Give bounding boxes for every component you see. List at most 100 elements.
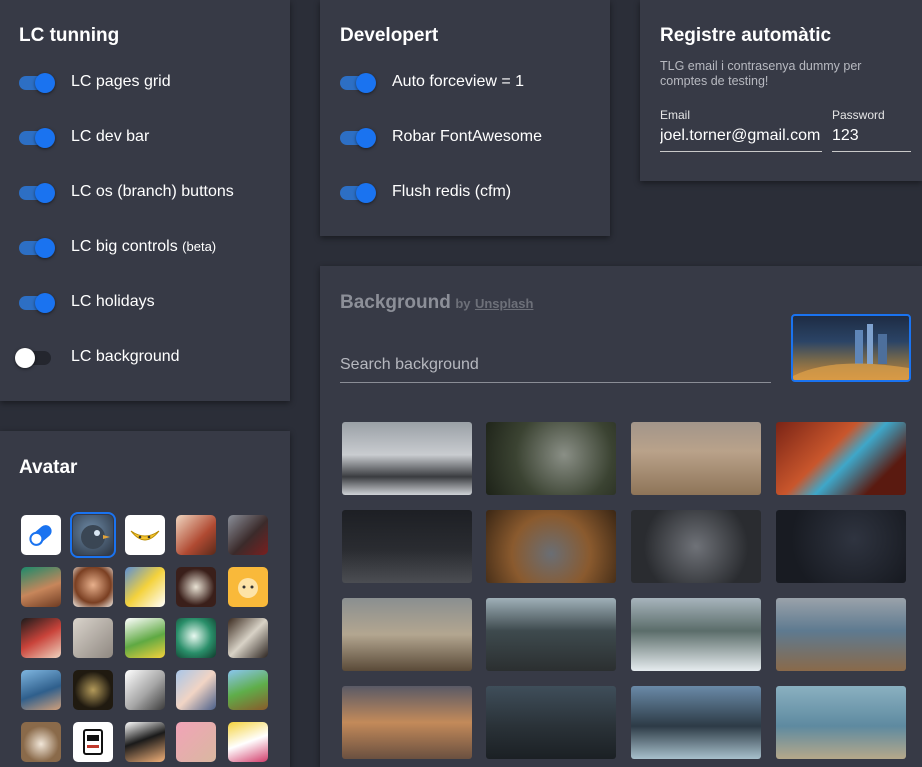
os-buttons-label: LC os (branch) buttons — [71, 183, 234, 200]
toggle-row-background[interactable]: LC background — [15, 343, 290, 373]
avatar-pill[interactable] — [21, 515, 61, 555]
background-label: LC background — [71, 348, 180, 365]
avatar-sailor[interactable] — [228, 722, 268, 762]
pages-grid-toggle[interactable] — [19, 73, 55, 93]
avatar-homer[interactable] — [125, 567, 165, 607]
background-thumb-snowy-valley[interactable] — [631, 598, 761, 671]
background-search-input[interactable] — [340, 356, 771, 383]
background-thumb-autumn-road[interactable] — [486, 510, 616, 583]
bird-icon — [81, 525, 110, 549]
avatar-ori[interactable] — [176, 618, 216, 658]
toggle-knob — [35, 73, 55, 93]
avatar-donkey[interactable] — [125, 670, 165, 710]
flush-redis-label: Flush redis (cfm) — [392, 183, 512, 200]
avatar-poster[interactable] — [176, 567, 216, 607]
registre-panel: Registre automàtic TLG email i contrasen… — [640, 0, 922, 181]
toggle-knob — [35, 128, 55, 148]
os-buttons-toggle[interactable] — [19, 183, 55, 203]
robar-fontawesome-label: Robar FontAwesome — [392, 128, 542, 145]
toggle-knob — [35, 238, 55, 258]
toggle-knob — [356, 128, 376, 148]
pill-icon — [29, 525, 52, 546]
big-controls-label: LC big controls (beta) — [71, 238, 217, 255]
avatar-panel: Avatar — [0, 431, 290, 767]
email-field[interactable] — [660, 127, 822, 152]
unsplash-link[interactable]: Unsplash — [475, 296, 534, 311]
toggle-knob — [356, 183, 376, 203]
background-thumb-dark-mountains[interactable] — [486, 686, 616, 759]
background-thumb-dark-pier[interactable] — [342, 510, 472, 583]
avatar-grumpy-cat[interactable] — [21, 722, 61, 762]
background-thumb-misty-coast[interactable] — [342, 598, 472, 671]
background-thumb-water-drops[interactable] — [631, 510, 761, 583]
password-label: Password — [832, 108, 885, 122]
big-controls-toggle[interactable] — [19, 238, 55, 258]
background-thumb-desert[interactable] — [631, 422, 761, 495]
developert-title: Developert — [340, 25, 439, 46]
background-title: Background — [340, 292, 451, 313]
avatar-warrior[interactable] — [176, 515, 216, 555]
background-by-text: by — [455, 296, 471, 311]
toggle-row-robar-fontawesome[interactable]: Robar FontAwesome — [340, 123, 610, 153]
avatar-anime-girl[interactable] — [176, 670, 216, 710]
toggle-knob — [356, 73, 376, 93]
background-thumb-sea-turtle[interactable] — [776, 686, 906, 759]
toggle-knob — [35, 293, 55, 313]
background-thumb-koala[interactable] — [486, 422, 616, 495]
face-icon — [238, 578, 258, 598]
avatar-ned-flanders[interactable] — [125, 618, 165, 658]
password-field[interactable] — [832, 127, 911, 152]
auto-forceview-toggle[interactable] — [340, 73, 376, 93]
toggle-row-auto-forceview[interactable]: Auto forceview = 1 — [340, 68, 610, 98]
toggle-knob — [15, 348, 35, 368]
background-thumb-sea-cliff[interactable] — [776, 598, 906, 671]
avatar-pink-cartoon[interactable] — [176, 722, 216, 762]
registre-description: TLG email i contrasenya dummy per compte… — [660, 59, 862, 88]
avatar-minecraft[interactable] — [228, 670, 268, 710]
toggle-row-os-buttons[interactable]: LC os (branch) buttons — [19, 178, 290, 208]
toggle-row-pages-grid[interactable]: LC pages grid — [19, 68, 290, 98]
avatar-shadow[interactable] — [73, 670, 113, 710]
holidays-toggle[interactable] — [19, 293, 55, 313]
banana-icon — [130, 530, 160, 541]
background-thumb-sunset-beach[interactable] — [342, 686, 472, 759]
pages-grid-label: LC pages grid — [71, 73, 171, 90]
auto-forceview-label: Auto forceview = 1 — [392, 73, 525, 90]
background-toggle[interactable] — [15, 348, 51, 368]
avatar-goku[interactable] — [125, 722, 165, 762]
background-thumb-rock-arch[interactable] — [486, 598, 616, 671]
email-label: Email — [660, 108, 691, 122]
avatar-jedi[interactable] — [21, 670, 61, 710]
toggle-row-big-controls[interactable]: LC big controls (beta) — [19, 233, 290, 263]
registre-title: Registre automàtic — [660, 25, 832, 46]
avatar-dark-hero[interactable] — [228, 515, 268, 555]
avatar-yellow-cartoon[interactable] — [228, 567, 268, 607]
flush-redis-toggle[interactable] — [340, 183, 376, 203]
background-thumb-canyon[interactable] — [776, 422, 906, 495]
avatar-bird[interactable] — [70, 512, 116, 558]
avatar-stormtrooper[interactable] — [228, 618, 268, 658]
background-thumb-phone-lake[interactable] — [631, 686, 761, 759]
city-lights-icon — [793, 324, 909, 380]
avatar-banana[interactable] — [125, 515, 165, 555]
lc-tunning-panel: LC tunning LC pages grid LC dev bar LC o… — [0, 0, 290, 401]
avatar-gray-creature[interactable] — [73, 618, 113, 658]
toggle-row-flush-redis[interactable]: Flush redis (cfm) — [340, 178, 610, 208]
robot-icon — [83, 729, 103, 755]
avatar-robot[interactable] — [73, 722, 113, 762]
selected-background-preview[interactable] — [791, 314, 911, 382]
background-panel: Background by Unsplash — [320, 266, 922, 767]
toggle-row-holidays[interactable]: LC holidays — [19, 288, 290, 318]
background-thumb-night-sky[interactable] — [776, 510, 906, 583]
robar-fontawesome-toggle[interactable] — [340, 128, 376, 148]
holidays-label: LC holidays — [71, 293, 155, 310]
lc-tunning-title: LC tunning — [19, 25, 120, 46]
avatar-mia[interactable] — [21, 618, 61, 658]
avatar-kid[interactable] — [21, 567, 61, 607]
dev-bar-toggle[interactable] — [19, 128, 55, 148]
dev-bar-label: LC dev bar — [71, 128, 150, 145]
background-thumb-snowy-mountain[interactable] — [342, 422, 472, 495]
toggle-row-dev-bar[interactable]: LC dev bar — [19, 123, 290, 153]
developert-panel: Developert Auto forceview = 1 Robar Font… — [320, 0, 610, 236]
avatar-woman[interactable] — [73, 567, 113, 607]
